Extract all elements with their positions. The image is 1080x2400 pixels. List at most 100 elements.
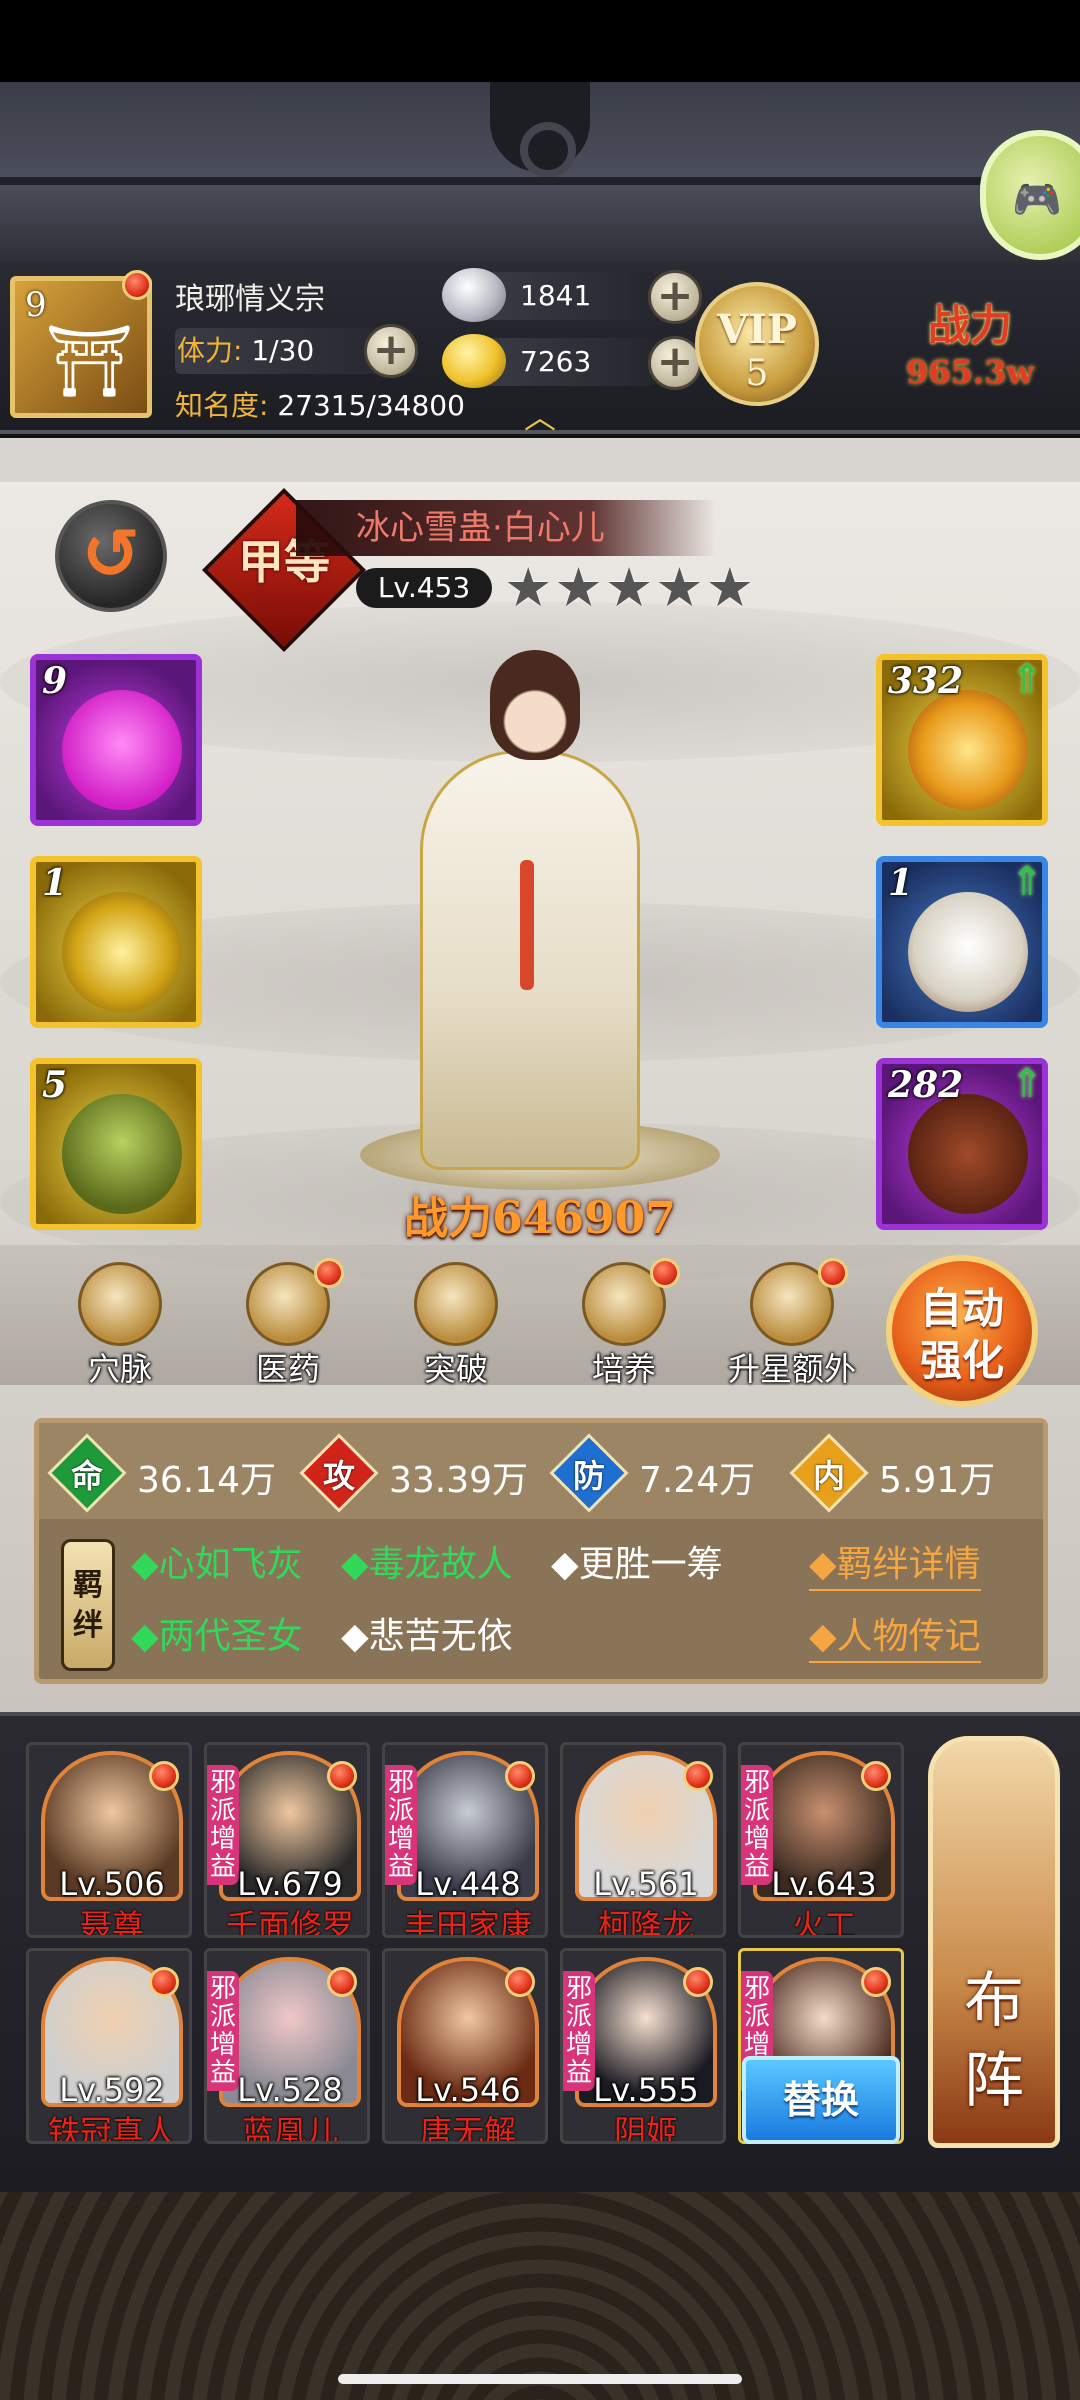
function-label: 医药 <box>255 1350 320 1388</box>
star-up-extra-button[interactable]: 升星额外 <box>722 1258 862 1402</box>
add-silver-button[interactable]: + <box>648 270 702 324</box>
roof-beam <box>0 177 1080 185</box>
star-rating: ★★★★★ <box>504 556 757 619</box>
team-member[interactable]: Lv.546 唐无解 <box>382 1948 548 2144</box>
total-combat-power: 战力 965.3w <box>870 292 1070 391</box>
breakthrough-icon <box>414 1262 498 1346</box>
back-button[interactable]: ↺ <box>55 500 167 612</box>
notification-dot <box>327 1967 357 1997</box>
fame-value: 27315/34800 <box>277 389 465 422</box>
member-level: Lv.679 <box>237 1865 343 1903</box>
heart-icon <box>62 690 182 810</box>
stat-defense-label: 防 <box>572 1457 605 1495</box>
member-level: Lv.448 <box>415 1865 521 1903</box>
auto-enhance-button[interactable]: 自动 强化 <box>886 1255 1038 1407</box>
upgrade-arrow-icon: ⇑ <box>1010 1061 1044 1107</box>
combat-power-value: 965.3w <box>906 353 1034 391</box>
player-name: 琅琊情义宗 <box>175 282 325 317</box>
biography-link[interactable]: ◆人物传记 <box>809 1607 981 1663</box>
bond-item: ◆更胜一筹 <box>551 1544 723 1585</box>
notification-dot <box>122 270 152 300</box>
team-member[interactable]: 邪派增益 Lv.555 阴姬 <box>560 1948 726 2144</box>
stat-inner-label: 内 <box>812 1457 845 1495</box>
skill-slot-swirl[interactable]: 1 <box>30 856 202 1028</box>
member-level: Lv.528 <box>237 2071 343 2109</box>
silver-ingot-icon <box>442 268 506 322</box>
stats-panel: 命 36.14万 攻 33.39万 防 7.24万 内 5.91万 羁绊 ◆心如… <box>34 1418 1048 1684</box>
bond-tag: 羁绊 <box>61 1539 115 1671</box>
home-indicator[interactable] <box>338 2374 742 2384</box>
meridian-icon <box>78 1262 162 1346</box>
stat-hp-label: 命 <box>70 1457 103 1495</box>
breakthrough-button[interactable]: 突破 <box>386 1262 526 1402</box>
notification-dot <box>683 1761 713 1791</box>
notification-dot <box>650 1258 680 1288</box>
slot-count: 5 <box>42 1064 68 1106</box>
expand-chevron-icon[interactable]: ︿ <box>524 392 556 438</box>
hero-head <box>490 650 580 760</box>
status-bar <box>0 0 1080 82</box>
gold-ingot-icon <box>442 334 506 388</box>
add-gold-button[interactable]: + <box>648 336 702 390</box>
slot-count: 9 <box>42 660 68 702</box>
bond-tag-label: 羁绊 <box>73 1568 103 1643</box>
add-stamina-button[interactable]: + <box>364 324 418 378</box>
skill-slot-heart[interactable]: 9 <box>30 654 202 826</box>
notification-dot <box>327 1761 357 1791</box>
player-info-bar: 9 ⛩ 琅琊情义宗 体力: 1/30 + 知名度: 27315/34800 18… <box>0 262 1080 436</box>
member-name: 千面修罗 <box>225 1907 354 1938</box>
member-name: 聂尊 <box>79 1907 144 1938</box>
upgrade-arrow-icon: ⇑ <box>1010 859 1044 905</box>
medicine-button[interactable]: 医药 <box>218 1258 358 1402</box>
team-member[interactable]: Lv.561 柯降龙 <box>560 1742 726 1938</box>
function-label: 培养 <box>591 1350 656 1388</box>
hero-level: Lv.453 <box>356 568 492 608</box>
function-label: 穴脉 <box>87 1350 152 1388</box>
cultivate-button[interactable]: 培养 <box>554 1258 694 1402</box>
notification-dot <box>861 1967 891 1997</box>
silver-display: 1841 <box>442 268 670 322</box>
vip-label: VIP <box>717 306 797 353</box>
formation-label-line1: 布 <box>964 1966 1024 2036</box>
gamepad-button[interactable]: 🎮 <box>980 130 1080 260</box>
bond-item: ◆悲苦无依 <box>341 1616 513 1657</box>
notification-dot <box>505 1967 535 1997</box>
bond-details-link[interactable]: ◆羁绊详情 <box>809 1535 981 1591</box>
swap-button[interactable]: 替换 <box>742 2056 900 2144</box>
player-level: 9 <box>25 285 47 325</box>
team-member[interactable]: Lv.506 聂尊 <box>26 1742 192 1938</box>
team-member[interactable]: 邪派增益 Lv.643 火工 <box>738 1742 904 1938</box>
wings-icon <box>908 690 1028 810</box>
notification-dot <box>149 1761 179 1791</box>
combat-power-label: 战力 <box>927 301 1012 350</box>
beads-icon <box>908 1094 1028 1214</box>
slot-count: 1 <box>888 862 914 904</box>
hero-portrait[interactable] <box>360 650 720 1190</box>
robe-icon <box>908 892 1028 1012</box>
member-level: Lv.643 <box>771 1865 877 1903</box>
vip-badge[interactable]: VIP 5 <box>695 282 819 406</box>
auto-label-line2: 强化 <box>919 1336 1004 1385</box>
member-name: 铁冠真人 <box>47 2113 176 2144</box>
bond-item: ◆毒龙故人 <box>341 1544 513 1585</box>
swirl-icon <box>62 892 182 1012</box>
formation-label-line2: 阵 <box>964 2046 1024 2116</box>
notification-dot <box>861 1761 891 1791</box>
member-name: 柯降龙 <box>597 1907 694 1938</box>
member-name: 阴姬 <box>613 2113 678 2144</box>
gold-value: 7263 <box>520 345 592 378</box>
divider-strip <box>0 438 1080 482</box>
stat-attack-label: 攻 <box>322 1457 355 1495</box>
meridian-button[interactable]: 穴脉 <box>50 1262 190 1402</box>
team-member[interactable]: 邪派增益 Lv.528 蓝凰儿 <box>204 1948 370 2144</box>
team-member[interactable]: 邪派增益 Lv.448 丰田家康 <box>382 1742 548 1938</box>
auto-label-line1: 自动 <box>919 1284 1004 1333</box>
team-member[interactable]: Lv.592 铁冠真人 <box>26 1948 192 2144</box>
notification-dot <box>314 1258 344 1288</box>
roof-ornament <box>490 82 590 178</box>
stat-attack-value: 33.39万 <box>389 1460 529 1501</box>
team-member[interactable]: 邪派增益 Lv.679 千面修罗 <box>204 1742 370 1938</box>
function-label: 升星额外 <box>727 1350 856 1388</box>
skill-slot-book[interactable]: 5 <box>30 1058 202 1230</box>
formation-button[interactable]: 布 阵 <box>928 1736 1060 2148</box>
